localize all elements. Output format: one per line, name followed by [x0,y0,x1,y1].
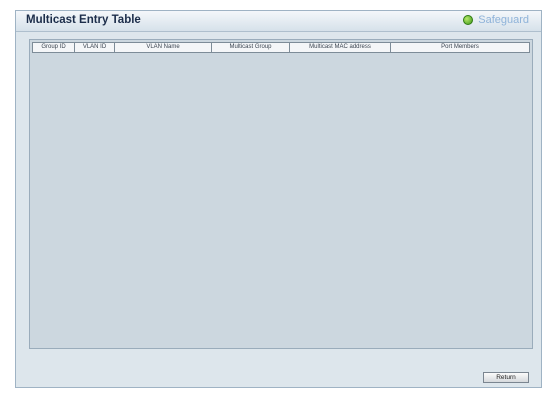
title-bar: Multicast Entry Table Safeguard [16,11,541,32]
multicast-entry-table: Group ID VLAN ID VLAN Name Multicast Gro… [29,39,533,349]
return-button[interactable]: Return [483,372,529,383]
safeguard-indicator: Safeguard [463,14,529,26]
column-header-vlan-name: VLAN Name [115,42,212,53]
column-header-multicast-mac-address: Multicast MAC address [290,42,391,53]
column-header-port-members: Port Members [391,42,530,53]
action-bar: Return [29,351,533,385]
column-header-vlan-id: VLAN ID [75,42,115,53]
safeguard-label: Safeguard [478,14,529,26]
column-header-multicast-group: Multicast Group [212,42,290,53]
page-title: Multicast Entry Table [26,14,141,26]
safeguard-status-icon [463,15,474,25]
column-header-group-id: Group ID [32,42,75,53]
multicast-entry-panel: Multicast Entry Table Safeguard Group ID… [15,10,542,388]
table-header-row: Group ID VLAN ID VLAN Name Multicast Gro… [32,42,530,53]
